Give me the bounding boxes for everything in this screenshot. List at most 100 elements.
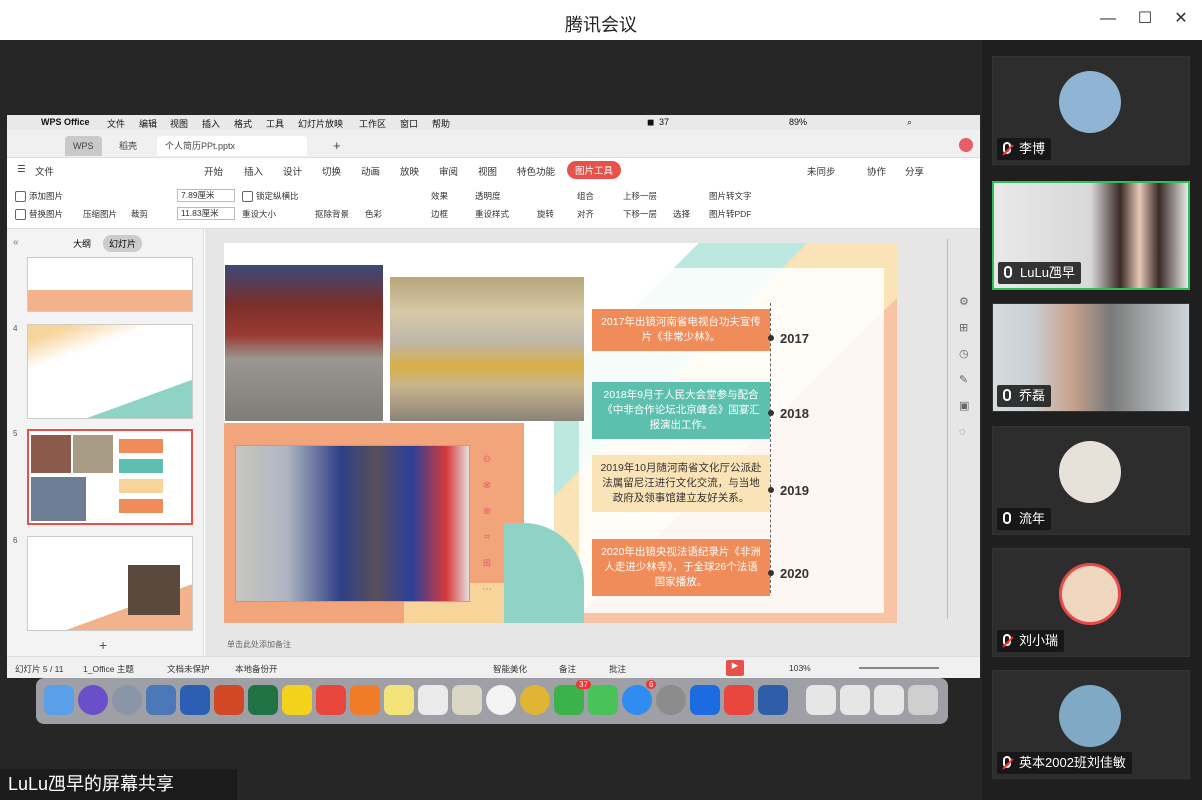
timeline-box-2018[interactable]: 2018年9月于人民大会堂参与配合《中非合作论坛北京峰会》国宴汇报演出工作。 xyxy=(592,382,770,439)
minimize-button[interactable]: — xyxy=(1097,8,1119,30)
tab-view[interactable]: 视图 xyxy=(478,164,497,178)
tab-docer[interactable]: 稻壳 xyxy=(111,136,145,156)
downloads-icon[interactable] xyxy=(806,685,836,715)
tab-outline[interactable]: 大纲 xyxy=(73,237,91,250)
menu-workspace[interactable]: 工作区 xyxy=(359,117,386,130)
selection-frame[interactable] xyxy=(235,445,470,602)
tab-file[interactable]: 个人简历PPt.pptx xyxy=(157,136,307,156)
launchpad-icon[interactable] xyxy=(112,685,142,715)
timeline-box-2017[interactable]: 2017年出镜河南省电视台功夫宣传片《非常少林》。 xyxy=(592,309,770,351)
color-button[interactable]: 色彩 xyxy=(365,208,382,220)
play-slideshow-icon[interactable]: ▶ xyxy=(726,660,744,676)
tab-picture-tools[interactable]: 图片工具 xyxy=(567,161,622,179)
remove-background-button[interactable]: 抠除背景 xyxy=(315,208,349,220)
chrome-icon[interactable] xyxy=(520,685,550,715)
menu-edit[interactable]: 编辑 xyxy=(139,117,157,130)
zoom-level[interactable]: 103% xyxy=(789,663,811,673)
reset-size-button[interactable]: 重设大小 xyxy=(242,208,276,220)
collapse-pane-icon[interactable]: « xyxy=(13,237,19,248)
notes-icon[interactable] xyxy=(384,685,414,715)
trash-icon[interactable] xyxy=(908,685,938,715)
menu-file[interactable]: 文件 xyxy=(107,117,125,130)
menu-format[interactable]: 格式 xyxy=(234,117,252,130)
transparency-button[interactable]: 透明度 xyxy=(475,190,501,202)
avatar[interactable] xyxy=(959,138,973,152)
tab-insert[interactable]: 插入 xyxy=(244,164,263,178)
tab-features[interactable]: 特色功能 xyxy=(517,164,555,178)
menu-view[interactable]: 视图 xyxy=(170,117,188,130)
app-icon[interactable] xyxy=(282,685,312,715)
word-icon[interactable] xyxy=(180,685,210,715)
tab-home[interactable]: 开始 xyxy=(204,164,223,178)
maximize-button[interactable]: ☐ xyxy=(1134,8,1156,30)
beautify-button[interactable]: 智能美化 xyxy=(493,663,527,675)
preview-icon[interactable] xyxy=(146,685,176,715)
compress-picture-button[interactable]: 压缩图片 xyxy=(83,208,117,220)
crop-button[interactable]: 裁剪 xyxy=(131,208,148,220)
picture-to-text-button[interactable]: 图片转文字 xyxy=(709,190,752,202)
participant-tile[interactable]: LuLu乪早 xyxy=(992,181,1190,290)
menu-help[interactable]: 帮助 xyxy=(432,117,450,130)
reset-style-button[interactable]: 重设样式 xyxy=(475,208,509,220)
picture-to-pdf-button[interactable]: 图片转PDF xyxy=(709,208,752,220)
bring-forward-button[interactable]: 上移一层 xyxy=(623,190,657,202)
slide-5[interactable]: ⊖ ⊗ ⊕ ⌗ ⊞ ⋯ 2017年出镜河南省电视台功夫宣传片《非常少林》。 2018年9月… xyxy=(224,243,897,623)
close-button[interactable]: ✕ xyxy=(1170,8,1192,30)
tab-slideshow[interactable]: 放映 xyxy=(400,164,419,178)
search-icon[interactable]: ⌕ xyxy=(907,117,912,128)
zoom-slider[interactable] xyxy=(859,667,939,669)
siri-icon[interactable] xyxy=(78,685,108,715)
app-icon[interactable] xyxy=(452,685,482,715)
wechat-status-icon[interactable]: ◼ xyxy=(647,117,654,128)
finder-icon[interactable] xyxy=(44,685,74,715)
add-slide-icon[interactable]: + xyxy=(99,637,107,653)
slide-thumbnail-4[interactable] xyxy=(27,324,193,419)
photo-performance-group[interactable] xyxy=(390,277,584,421)
align-button[interactable]: 对齐 xyxy=(577,208,594,220)
menu-slideshow[interactable]: 幻灯片放映 xyxy=(298,117,343,130)
menu-icon[interactable]: ☰ xyxy=(17,164,26,175)
tab-file-menu[interactable]: 文件 xyxy=(35,164,54,178)
tab-review[interactable]: 审阅 xyxy=(439,164,458,178)
tab-slides[interactable]: 幻灯片 xyxy=(103,235,143,252)
collab-button[interactable]: 协作 xyxy=(867,164,886,178)
timeline-box-2019[interactable]: 2019年10月随河南省文化厅公派赴法属留尼汪进行文化交流，与当地政府及领事馆建… xyxy=(592,455,770,512)
system-preferences-icon[interactable] xyxy=(656,685,686,715)
slide-thumbnail-5[interactable] xyxy=(27,429,193,525)
notes-placeholder[interactable]: 单击此处添加备注 xyxy=(227,639,291,650)
send-backward-button[interactable]: 下移一层 xyxy=(623,208,657,220)
documents-icon[interactable] xyxy=(840,685,870,715)
participant-tile[interactable]: 英本2002班刘佳敏 xyxy=(992,670,1190,779)
folder-icon[interactable] xyxy=(874,685,904,715)
menu-window[interactable]: 窗口 xyxy=(400,117,418,130)
participant-tile[interactable]: 李博 xyxy=(992,56,1190,165)
photo-shaolin-temple-group[interactable] xyxy=(225,265,383,421)
tencent-meeting-icon[interactable] xyxy=(690,685,720,715)
wps-icon[interactable] xyxy=(724,685,754,715)
app-icon[interactable] xyxy=(350,685,380,715)
participant-tile[interactable]: 刘小瑞 xyxy=(992,548,1190,657)
app-icon[interactable] xyxy=(758,685,788,715)
excel-icon[interactable] xyxy=(248,685,278,715)
tab-design[interactable]: 设计 xyxy=(283,164,302,178)
notes-button[interactable]: 备注 xyxy=(559,663,576,675)
participant-tile[interactable]: 乔磊 xyxy=(992,303,1190,412)
photos-icon[interactable] xyxy=(486,685,516,715)
lock-ratio-checkbox[interactable]: 锁定纵横比 xyxy=(242,190,299,203)
replace-picture-button[interactable]: 替换图片 xyxy=(15,208,63,221)
xmind-icon[interactable] xyxy=(316,685,346,715)
width-field[interactable]: 7.89厘米 xyxy=(177,189,235,202)
height-field[interactable]: 11.83厘米 xyxy=(177,207,235,220)
tab-transition[interactable]: 切换 xyxy=(322,164,341,178)
share-button[interactable]: 分享 xyxy=(905,164,924,178)
tab-animation[interactable]: 动画 xyxy=(361,164,380,178)
new-tab-icon[interactable]: + xyxy=(325,136,349,156)
slide-thumbnail-3[interactable] xyxy=(27,257,193,312)
effect-button[interactable]: 效果 xyxy=(431,190,448,202)
side-tools[interactable]: ⚙ ⊞ ◷ ✎ ▣ ◌ xyxy=(959,289,969,445)
appstore-icon[interactable] xyxy=(622,685,652,715)
add-picture-button[interactable]: 添加图片 xyxy=(15,190,63,203)
wechat-icon[interactable] xyxy=(554,685,584,715)
participant-tile[interactable]: 流年 xyxy=(992,426,1190,535)
group-button[interactable]: 组合 xyxy=(577,190,594,202)
